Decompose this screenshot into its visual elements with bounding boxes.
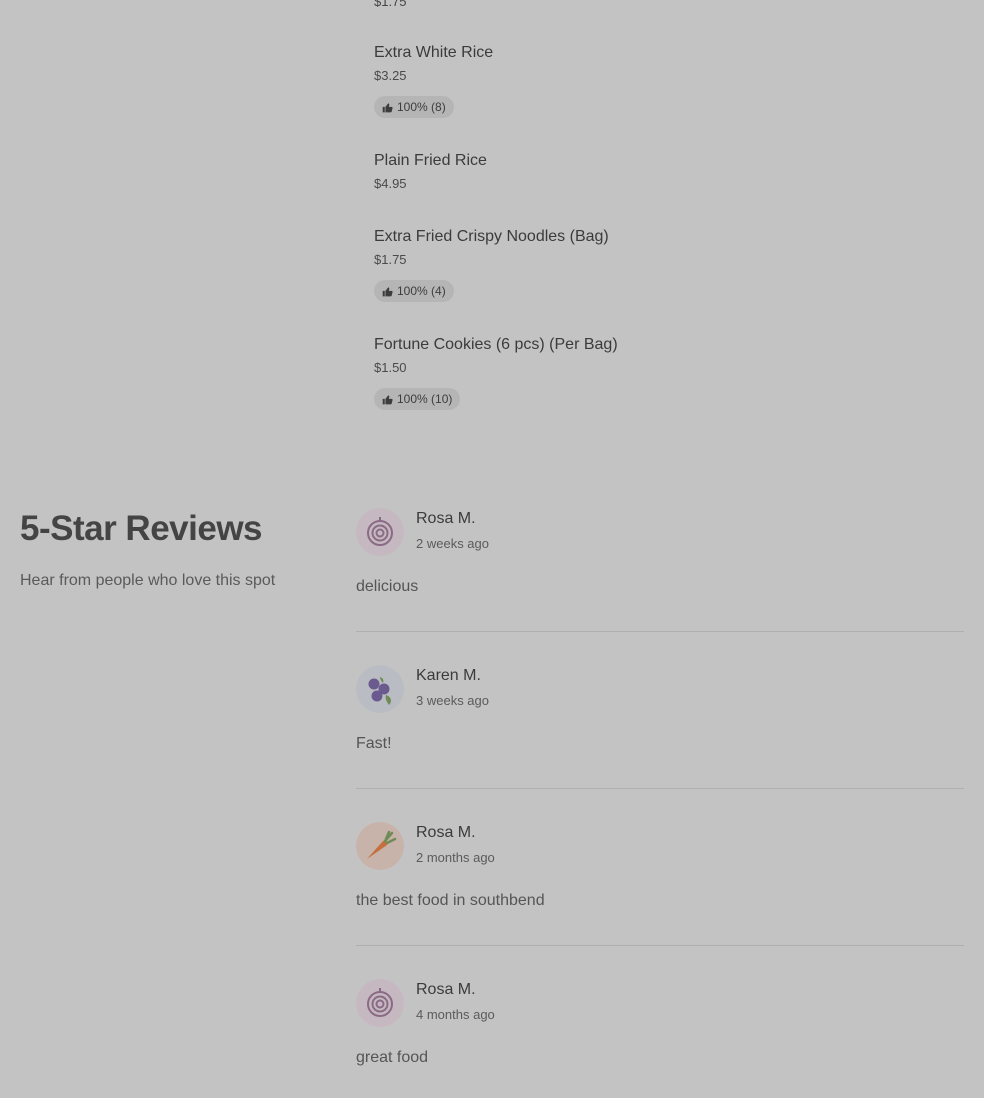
- divider: [356, 945, 964, 946]
- rating-badge: 100% (4): [374, 280, 454, 302]
- rating-badge: 100% (8): [374, 96, 454, 118]
- avatar: [356, 979, 404, 1027]
- menu-item[interactable]: Extra White Rice $3.25 100% (8): [374, 43, 493, 118]
- carrot-icon: [356, 822, 404, 870]
- review-text: great food: [356, 1049, 429, 1066]
- review-text: Fast!: [356, 735, 392, 752]
- reviewer-name: Rosa M.: [416, 824, 476, 841]
- review-text: the best food in southbend: [356, 892, 545, 909]
- rating-badge: 100% (10): [374, 388, 461, 410]
- reviews-header: 5-Star Reviews Hear from people who love…: [20, 508, 275, 590]
- blueberry-icon: [356, 665, 404, 713]
- menu-item-name: Extra White Rice: [374, 44, 494, 61]
- menu-item-price: $4.95: [374, 176, 407, 191]
- rating-text: 100% (8): [397, 100, 446, 114]
- menu-item-price: $1.75: [374, 252, 407, 267]
- rating-text: 100% (10): [397, 392, 453, 406]
- menu-item[interactable]: Plain Fried Rice $4.95: [374, 151, 487, 192]
- onion-icon: [356, 508, 404, 556]
- thumbs-up-icon: [382, 102, 393, 112]
- review-text: delicious: [356, 578, 419, 595]
- thumbs-up-icon: [382, 394, 393, 404]
- review-time: 2 months ago: [416, 850, 495, 865]
- reviews-title: 5-Star Reviews: [20, 509, 263, 548]
- divider: [356, 788, 964, 789]
- reviewer-name: Rosa M.: [416, 981, 476, 998]
- menu-item-name: Fortune Cookies (6 pcs) (Per Bag): [374, 336, 618, 353]
- menu-item[interactable]: Extra Fried Crispy Noodles (Bag) $1.75 1…: [374, 227, 609, 302]
- avatar: [356, 822, 404, 870]
- avatar: [356, 665, 404, 713]
- thumbs-up-icon: [382, 286, 393, 296]
- menu-item-name: Extra Fried Crispy Noodles (Bag): [374, 228, 609, 245]
- reviewer-name: Rosa M.: [416, 510, 476, 527]
- menu-item-price-partial: $1.75: [374, 0, 407, 9]
- onion-icon: [356, 979, 404, 1027]
- review-time: 4 months ago: [416, 1007, 495, 1022]
- review-time: 2 weeks ago: [416, 536, 489, 551]
- review-time: 3 weeks ago: [416, 693, 489, 708]
- divider: [356, 631, 964, 632]
- reviewer-name: Karen M.: [416, 667, 481, 684]
- menu-item-name: Plain Fried Rice: [374, 152, 487, 169]
- reviews-subtitle: Hear from people who love this spot: [20, 572, 276, 589]
- rating-text: 100% (4): [397, 284, 446, 298]
- avatar: [356, 508, 404, 556]
- menu-item-price: $1.50: [374, 360, 407, 375]
- menu-item[interactable]: Fortune Cookies (6 pcs) (Per Bag) $1.50 …: [374, 335, 618, 410]
- menu-item-price: $3.25: [374, 68, 407, 83]
